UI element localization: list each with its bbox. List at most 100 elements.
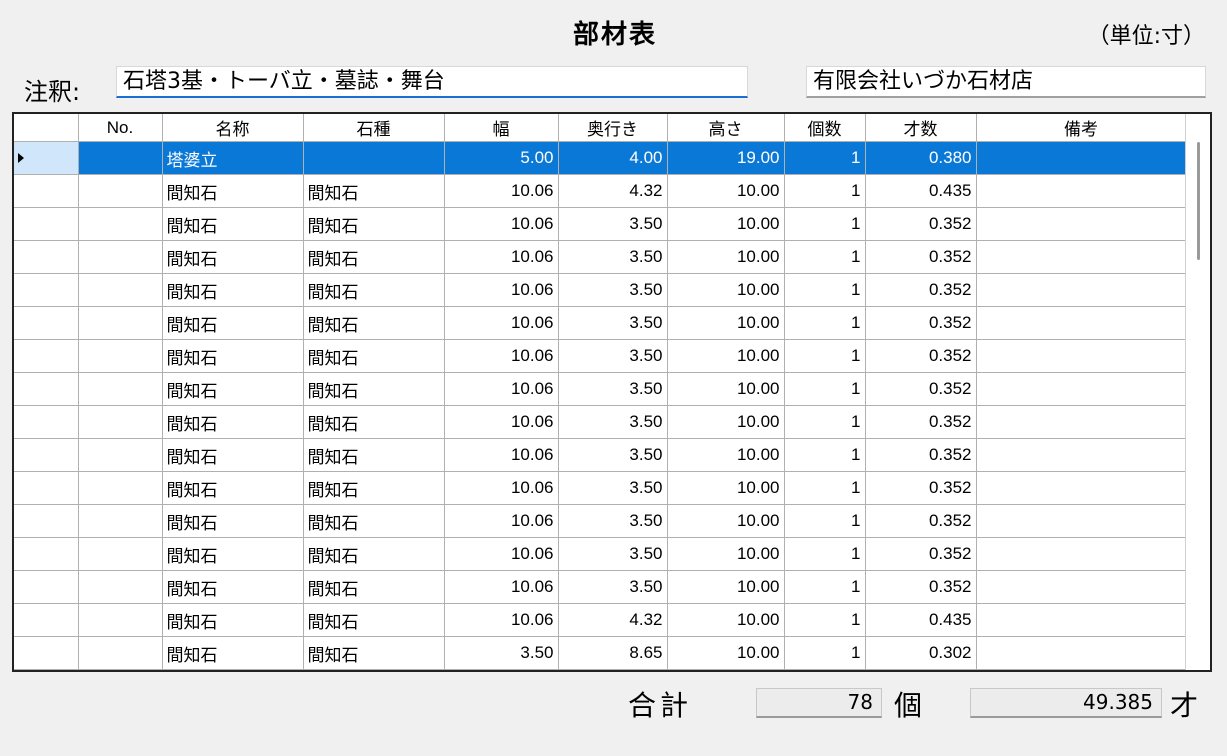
table-row[interactable]: 間知石 間知石 10.06 3.50 10.00 1 0.352 (14, 570, 1187, 604)
quantity-cell[interactable]: 1 (784, 405, 866, 439)
remarks-cell[interactable] (976, 603, 1187, 637)
width-cell[interactable]: 10.06 (444, 438, 559, 472)
row-selector[interactable] (14, 570, 79, 604)
column-header-sai[interactable]: 才数 (865, 114, 977, 142)
width-cell[interactable]: 10.06 (444, 570, 559, 604)
stone-type-cell[interactable]: 間知石 (303, 306, 445, 340)
remarks-cell[interactable] (976, 174, 1187, 208)
table-row[interactable]: 間知石 間知石 10.06 4.32 10.00 1 0.435 (14, 603, 1187, 637)
quantity-cell[interactable]: 1 (784, 504, 866, 538)
vertical-scrollbar[interactable] (1185, 114, 1210, 670)
no-cell[interactable] (78, 438, 163, 472)
row-selector[interactable] (14, 240, 79, 274)
stone-type-cell[interactable]: 間知石 (303, 537, 445, 571)
depth-cell[interactable]: 3.50 (558, 405, 668, 439)
sai-cell[interactable]: 0.352 (865, 570, 977, 604)
no-cell[interactable] (78, 339, 163, 373)
quantity-cell[interactable]: 1 (784, 471, 866, 505)
sai-cell[interactable]: 0.352 (865, 273, 977, 307)
height-cell[interactable]: 10.00 (667, 240, 785, 274)
table-row[interactable]: 間知石 間知石 10.06 3.50 10.00 1 0.352 (14, 273, 1187, 307)
no-cell[interactable] (78, 141, 163, 175)
height-cell[interactable]: 10.00 (667, 174, 785, 208)
row-selector[interactable] (14, 207, 79, 241)
height-cell[interactable]: 10.00 (667, 636, 785, 670)
remarks-cell[interactable] (976, 207, 1187, 241)
name-cell[interactable]: 間知石 (162, 339, 304, 373)
stone-type-cell[interactable]: 間知石 (303, 438, 445, 472)
column-header-remarks[interactable]: 備考 (976, 114, 1187, 142)
height-cell[interactable]: 10.00 (667, 570, 785, 604)
name-cell[interactable]: 間知石 (162, 405, 304, 439)
parts-grid[interactable]: No. 名称 石種 幅 奥行き 高さ 個数 才数 備考 塔婆立 5.00 4.00 1… (12, 112, 1212, 672)
width-cell[interactable]: 10.06 (444, 339, 559, 373)
depth-cell[interactable]: 3.50 (558, 240, 668, 274)
row-selector[interactable] (14, 636, 79, 670)
depth-cell[interactable]: 3.50 (558, 570, 668, 604)
remarks-cell[interactable] (976, 339, 1187, 373)
column-header-no[interactable]: No. (78, 114, 163, 142)
name-cell[interactable]: 間知石 (162, 438, 304, 472)
column-header-quantity[interactable]: 個数 (784, 114, 866, 142)
remarks-cell[interactable] (976, 537, 1187, 571)
height-cell[interactable]: 10.00 (667, 537, 785, 571)
stone-type-cell[interactable]: 間知石 (303, 570, 445, 604)
stone-type-cell[interactable]: 間知石 (303, 636, 445, 670)
column-header-stone-type[interactable]: 石種 (303, 114, 445, 142)
table-row[interactable]: 間知石 間知石 10.06 3.50 10.00 1 0.352 (14, 306, 1187, 340)
name-cell[interactable]: 間知石 (162, 537, 304, 571)
table-row[interactable]: 間知石 間知石 10.06 3.50 10.00 1 0.352 (14, 537, 1187, 571)
stone-type-cell[interactable]: 間知石 (303, 372, 445, 406)
note-input[interactable]: 石塔3基・トーバ立・墓誌・舞台 (116, 66, 748, 98)
height-cell[interactable]: 10.00 (667, 471, 785, 505)
height-cell[interactable]: 19.00 (667, 141, 785, 175)
table-row[interactable]: 間知石 間知石 3.50 8.65 10.00 1 0.302 (14, 636, 1187, 670)
depth-cell[interactable]: 3.50 (558, 537, 668, 571)
stone-type-cell[interactable]: 間知石 (303, 603, 445, 637)
company-name-field[interactable]: 有限会社いづか石材店 (806, 66, 1206, 98)
depth-cell[interactable]: 8.65 (558, 636, 668, 670)
quantity-cell[interactable]: 1 (784, 207, 866, 241)
table-row[interactable]: 間知石 間知石 10.06 3.50 10.00 1 0.352 (14, 405, 1187, 439)
width-cell[interactable]: 10.06 (444, 273, 559, 307)
depth-cell[interactable]: 3.50 (558, 471, 668, 505)
width-cell[interactable]: 10.06 (444, 372, 559, 406)
height-cell[interactable]: 10.00 (667, 603, 785, 637)
quantity-cell[interactable]: 1 (784, 306, 866, 340)
name-cell[interactable]: 間知石 (162, 207, 304, 241)
width-cell[interactable]: 10.06 (444, 504, 559, 538)
quantity-cell[interactable]: 1 (784, 141, 866, 175)
no-cell[interactable] (78, 405, 163, 439)
height-cell[interactable]: 10.00 (667, 504, 785, 538)
table-row[interactable]: 塔婆立 5.00 4.00 19.00 1 0.380 (14, 141, 1187, 175)
row-selector[interactable] (14, 141, 79, 175)
no-cell[interactable] (78, 240, 163, 274)
table-row[interactable]: 間知石 間知石 10.06 3.50 10.00 1 0.352 (14, 438, 1187, 472)
table-row[interactable]: 間知石 間知石 10.06 3.50 10.00 1 0.352 (14, 372, 1187, 406)
row-selector[interactable] (14, 174, 79, 208)
remarks-cell[interactable] (976, 273, 1187, 307)
name-cell[interactable]: 間知石 (162, 471, 304, 505)
no-cell[interactable] (78, 636, 163, 670)
remarks-cell[interactable] (976, 504, 1187, 538)
height-cell[interactable]: 10.00 (667, 372, 785, 406)
quantity-cell[interactable]: 1 (784, 174, 866, 208)
remarks-cell[interactable] (976, 306, 1187, 340)
name-cell[interactable]: 間知石 (162, 603, 304, 637)
row-selector[interactable] (14, 306, 79, 340)
stone-type-cell[interactable]: 間知石 (303, 207, 445, 241)
depth-cell[interactable]: 3.50 (558, 306, 668, 340)
row-selector[interactable] (14, 372, 79, 406)
depth-cell[interactable]: 4.32 (558, 174, 668, 208)
table-row[interactable]: 間知石 間知石 10.06 4.32 10.00 1 0.435 (14, 174, 1187, 208)
row-selector[interactable] (14, 405, 79, 439)
depth-cell[interactable]: 3.50 (558, 207, 668, 241)
quantity-cell[interactable]: 1 (784, 636, 866, 670)
no-cell[interactable] (78, 570, 163, 604)
quantity-cell[interactable]: 1 (784, 438, 866, 472)
scrollbar-thumb[interactable] (1197, 142, 1200, 260)
width-cell[interactable]: 10.06 (444, 306, 559, 340)
sai-cell[interactable]: 0.380 (865, 141, 977, 175)
stone-type-cell[interactable]: 間知石 (303, 273, 445, 307)
no-cell[interactable] (78, 504, 163, 538)
